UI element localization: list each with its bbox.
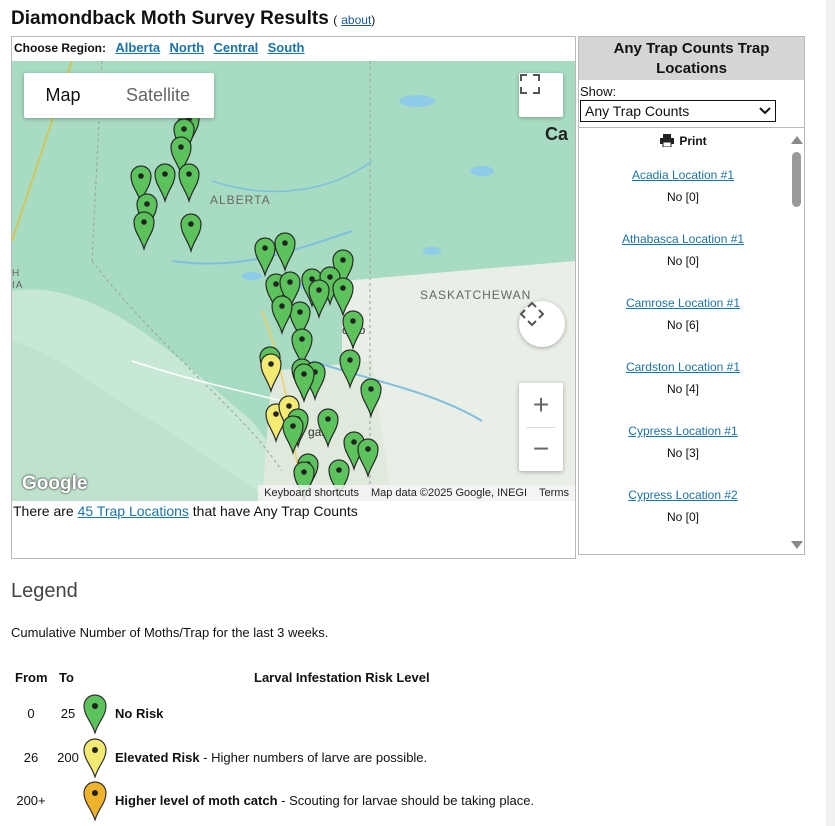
region-label: Choose Region: (14, 41, 106, 55)
printer-icon (660, 134, 675, 148)
keyboard-shortcuts-link[interactable]: Keyboard shortcuts (258, 487, 365, 499)
location-link[interactable]: Acadia Location #1 (579, 168, 787, 182)
trap-marker-icon[interactable] (360, 378, 382, 419)
location-count: No [6] (666, 318, 699, 332)
map-attribution: Keyboard shortcuts Map data ©2025 Google… (258, 485, 575, 501)
legend-risk-text: Higher level of moth catch - Scouting fo… (115, 793, 535, 808)
fullscreen-icon (520, 74, 540, 94)
page: Diamondback Moth Survey Results (about) … (0, 0, 826, 826)
legend-risk-text: Elevated Risk - Higher numbers of larve … (115, 750, 428, 765)
location-link[interactable]: Cypress Location #2 (579, 488, 787, 502)
map-panel: Choose Region: Alberta North Central Sou… (11, 36, 576, 559)
location-item: Cardston Location #1 No [4] (579, 360, 787, 396)
legend-from: 0 (27, 706, 35, 721)
map-canvas[interactable]: ALBERTA SASKATCHEWAN Ca H IA onto gary M… (12, 61, 575, 501)
legend-from: 200+ (16, 793, 46, 808)
trap-marker-icon[interactable] (332, 277, 354, 318)
location-count: No [4] (666, 382, 699, 396)
chevron-down-icon (759, 107, 771, 115)
page-title: Diamondback Moth Survey Results (11, 8, 329, 29)
print-button[interactable]: Print (579, 134, 787, 148)
region-link-south[interactable]: South (268, 40, 305, 55)
terms-link[interactable]: Terms (533, 487, 575, 499)
trap-marker-icon[interactable] (180, 213, 202, 254)
location-item: Camrose Location #1 No [6] (579, 296, 787, 332)
map-type-control: Map Satellite (24, 73, 214, 118)
legend-header-risk: Larval Infestation Risk Level (254, 670, 430, 685)
legend-title: Legend (11, 580, 78, 602)
location-item: Cypress Location #2 No [0] (579, 488, 787, 524)
zoom-out-button[interactable]: − (519, 427, 563, 471)
location-count: No [0] (666, 510, 699, 524)
zoom-control: + − (519, 383, 563, 471)
trap-marker-icon[interactable] (260, 353, 282, 394)
location-link[interactable]: Athabasca Location #1 (579, 232, 787, 246)
region-link-north[interactable]: North (169, 40, 204, 55)
map-pin-icon (83, 694, 107, 737)
show-select[interactable]: Any Trap Counts (580, 100, 776, 122)
trap-marker-icon[interactable] (178, 163, 200, 204)
map-pin-icon (83, 781, 107, 824)
region-bar: Choose Region: Alberta North Central Sou… (12, 37, 575, 60)
trap-marker-icon[interactable] (317, 408, 339, 449)
location-count: No [0] (666, 190, 699, 204)
location-item: Acadia Location #1 No [0] (579, 168, 787, 204)
side-panel-heading: Any Trap Counts Trap Locations (579, 37, 804, 80)
trap-locations-link[interactable]: 45 Trap Locations (78, 503, 189, 519)
location-link[interactable]: Cypress Location #1 (579, 424, 787, 438)
legend-to: 25 (60, 706, 76, 721)
legend-header-from: From (15, 670, 48, 685)
trap-markers (130, 108, 382, 501)
trap-marker-icon[interactable] (282, 415, 304, 456)
map-type-satellite-button[interactable]: Satellite (102, 73, 214, 118)
trap-marker-icon[interactable] (357, 438, 379, 479)
scroll-up-arrow-icon[interactable] (791, 136, 803, 144)
list-scrollbar[interactable] (788, 128, 804, 554)
map-type-map-button[interactable]: Map (24, 73, 102, 118)
trap-marker-icon[interactable] (274, 232, 296, 273)
pan-control[interactable] (519, 301, 565, 347)
trap-marker-icon[interactable] (271, 295, 293, 336)
fullscreen-button[interactable] (519, 73, 563, 117)
trap-marker-icon[interactable] (293, 363, 315, 404)
trap-locations-panel: Any Trap Counts Trap Locations Show: Any… (578, 36, 805, 555)
legend-to: 200 (57, 750, 79, 765)
location-link[interactable]: Cardston Location #1 (579, 360, 787, 374)
scroll-down-arrow-icon[interactable] (791, 541, 803, 549)
trap-marker-icon[interactable] (254, 237, 276, 278)
region-link-central[interactable]: Central (214, 40, 259, 55)
legend-header-to: To (59, 670, 74, 685)
zoom-in-button[interactable]: + (519, 383, 563, 427)
about-link[interactable]: about (341, 13, 371, 27)
region-link-alberta[interactable]: Alberta (115, 40, 160, 55)
location-item: Athabasca Location #1 No [0] (579, 232, 787, 268)
location-item: Cypress Location #1 No [3] (579, 424, 787, 460)
pan-arrows-icon (519, 301, 545, 327)
location-list[interactable]: Print Acadia Location #1 No [0] Athabasca … (579, 127, 804, 554)
map-data-text: Map data ©2025 Google, INEGI (370, 487, 528, 499)
location-count: No [0] (666, 254, 699, 268)
trap-marker-icon[interactable] (339, 349, 361, 390)
trap-marker-icon[interactable] (342, 310, 364, 351)
title-row: Diamondback Moth Survey Results (about) (11, 8, 376, 29)
location-count: No [3] (666, 446, 699, 460)
trap-summary: There are 45 Trap Locations that have An… (13, 503, 358, 519)
location-link[interactable]: Camrose Location #1 (579, 296, 787, 310)
legend-description: Cumulative Number of Moths/Trap for the … (11, 625, 329, 640)
legend-risk-text: No Risk (115, 706, 164, 721)
scroll-thumb[interactable] (792, 152, 801, 207)
map-pin-icon (83, 738, 107, 781)
trap-marker-icon[interactable] (154, 163, 176, 204)
trap-marker-icon[interactable] (308, 279, 330, 320)
legend-from: 26 (23, 750, 39, 765)
trap-marker-icon[interactable] (133, 211, 155, 252)
google-logo: Google (22, 473, 88, 494)
show-label: Show: (580, 84, 617, 99)
